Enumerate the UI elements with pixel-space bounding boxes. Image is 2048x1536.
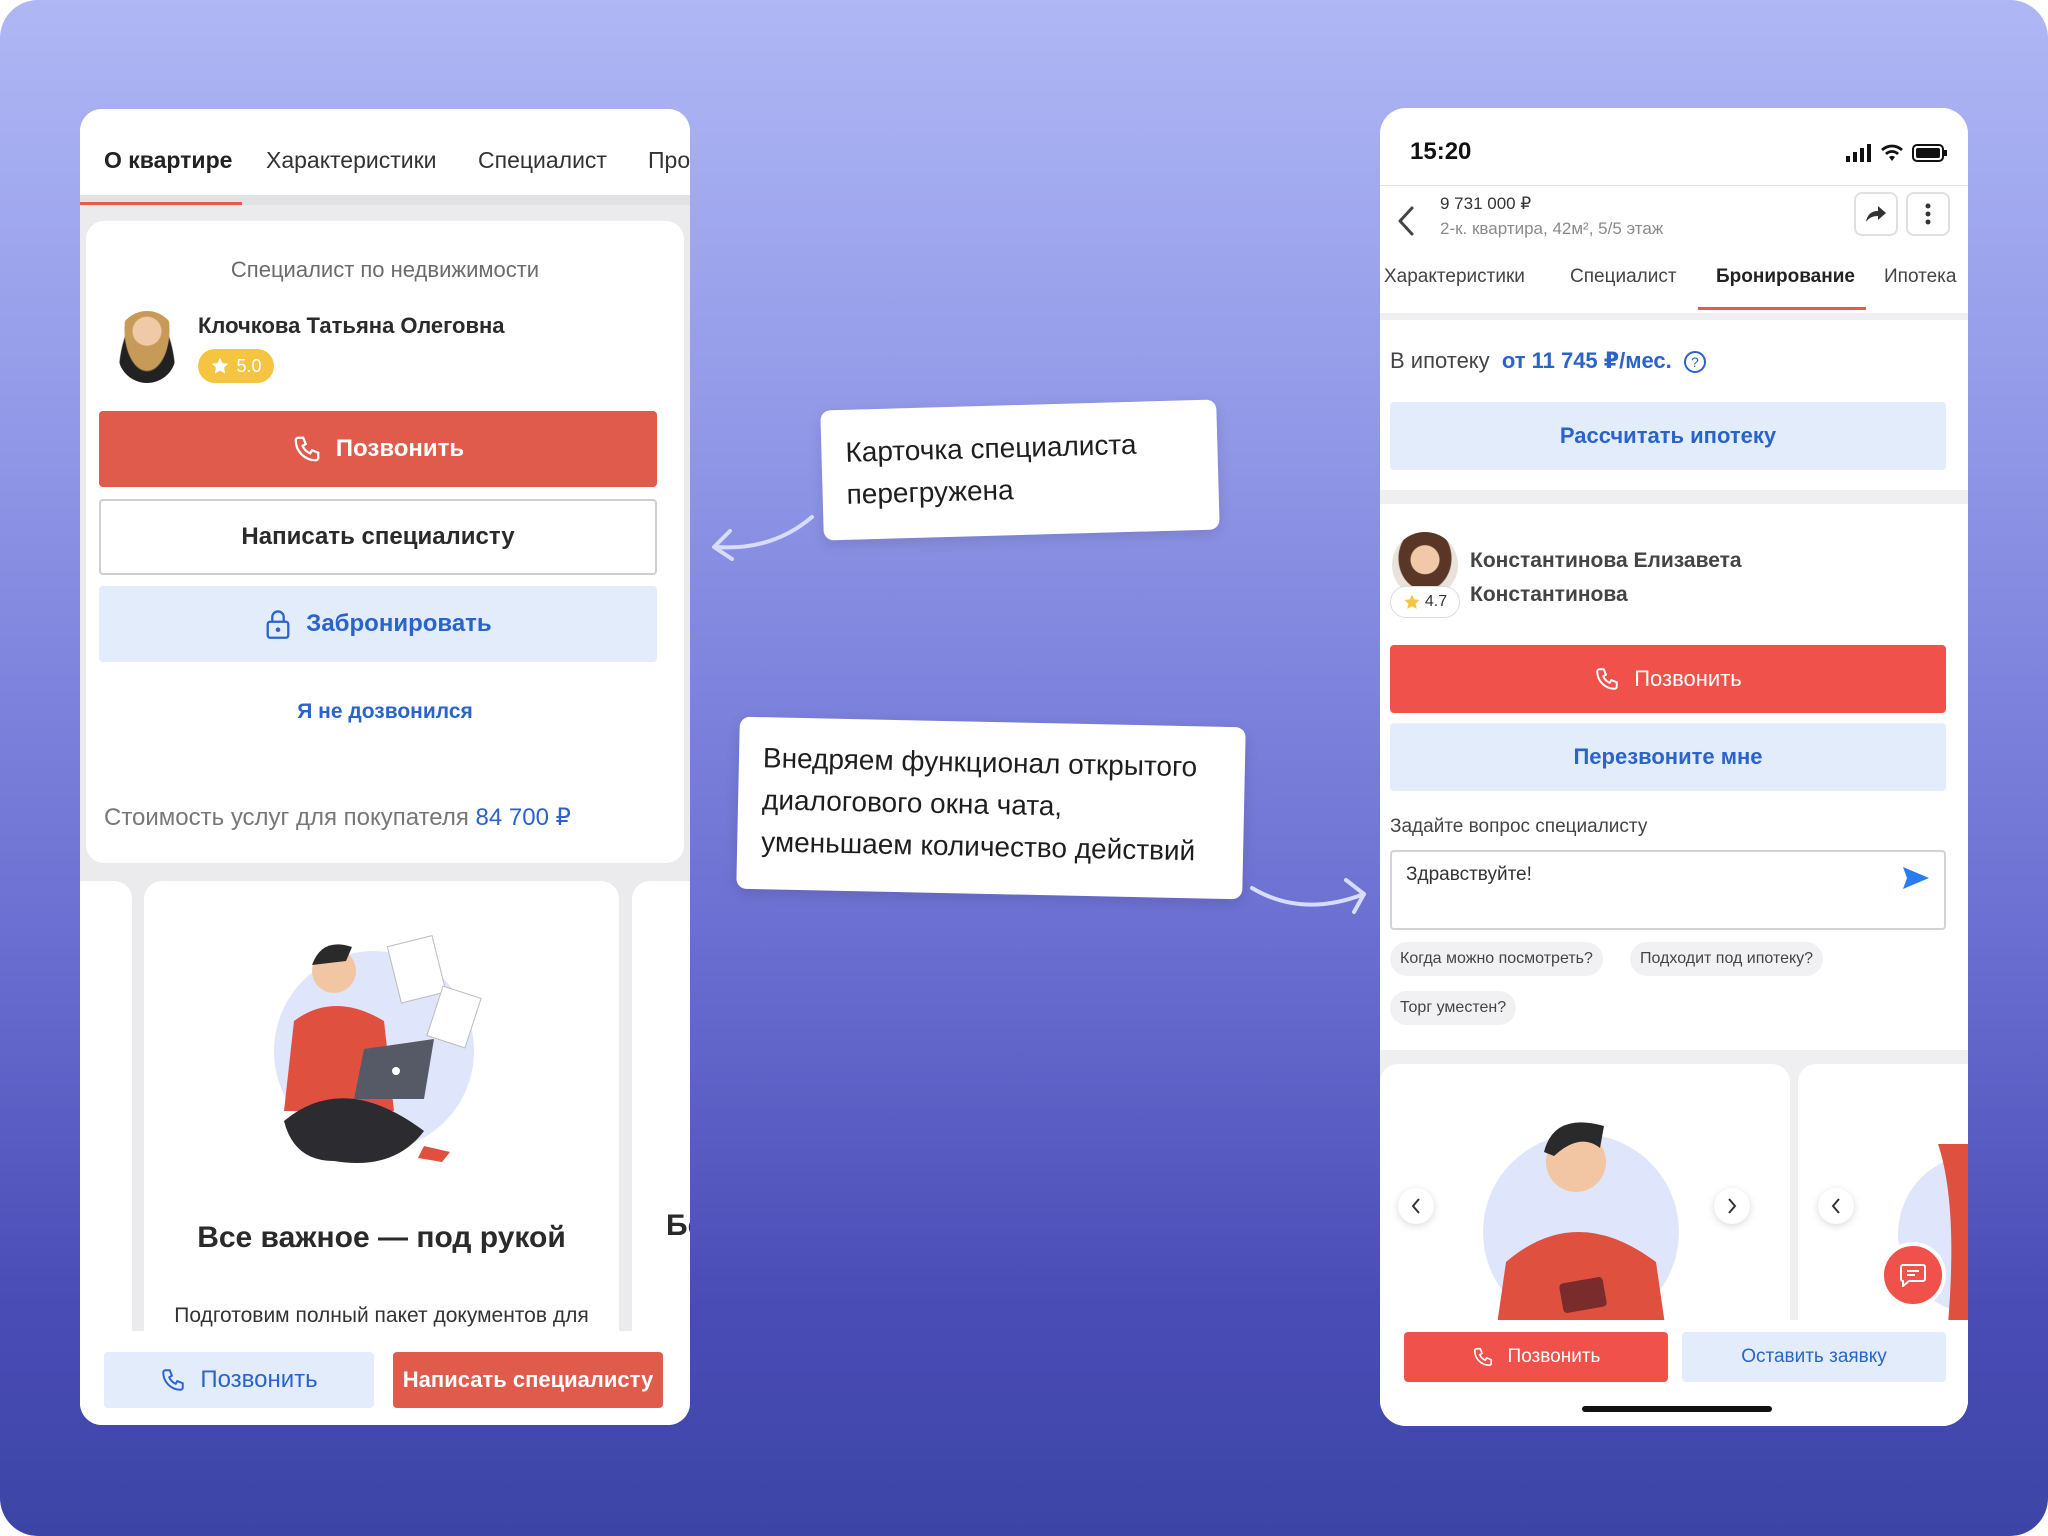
active-tab-indicator xyxy=(80,202,242,205)
slide-next-button[interactable] xyxy=(1714,1188,1750,1224)
back-chevron-icon[interactable] xyxy=(1394,204,1418,238)
divider xyxy=(1380,185,1968,186)
rating-badge: 5.0 xyxy=(198,349,274,383)
call-label: Позвонить xyxy=(1634,666,1742,691)
bottom-call-label: Позвонить xyxy=(1507,1346,1601,1367)
phone-icon xyxy=(294,436,320,462)
book-label: Забронировать xyxy=(306,610,492,637)
price-value: 84 700 ₽ xyxy=(475,804,571,831)
mortgage-info: В ипотеку от 11 745 ₽/мес. ? xyxy=(1390,348,1706,374)
arrow-right-icon xyxy=(1250,878,1366,914)
signal-icon xyxy=(1846,144,1871,162)
write-specialist-button[interactable]: Написать специалисту xyxy=(99,499,657,575)
tab-about-apartment[interactable]: О квартире xyxy=(104,147,232,174)
mortgage-value: от 11 745 ₽/мес. xyxy=(1501,348,1672,373)
book-button[interactable]: Забронировать xyxy=(99,586,657,662)
quick-reply-chip[interactable]: Подходит под ипотеку? xyxy=(1630,942,1824,976)
share-icon xyxy=(1866,206,1886,222)
call-label: Позвонить xyxy=(335,435,465,462)
phone-icon xyxy=(1473,1347,1492,1367)
recall-label: Перезвоните мне xyxy=(1573,744,1763,769)
slide-prev-button[interactable] xyxy=(1818,1188,1854,1224)
active-tab-indicator xyxy=(1698,307,1866,310)
tab-mortgage[interactable]: Ипотека xyxy=(1884,266,1956,288)
more-button[interactable] xyxy=(1906,192,1950,236)
price-card: Стоимость услуг для покупателя 84 700 ₽ xyxy=(86,775,684,861)
chevron-left-icon xyxy=(1831,1198,1840,1214)
quick-reply-chip[interactable]: Когда можно посмотреть? xyxy=(1390,942,1603,976)
header: 15:20 9 731 000 ₽ 2-к. квартира, 42м², 5… xyxy=(1380,108,1968,313)
left-phone-screen: О квартире Характеристики Специалист Про… xyxy=(80,109,690,1425)
right-phone-screen: 15:20 9 731 000 ₽ 2-к. квартира, 42м², 5… xyxy=(1380,108,1968,1426)
avatar xyxy=(118,311,176,383)
specialist-name: Клочкова Татьяна Олеговна xyxy=(198,313,505,338)
bottom-call-button[interactable]: Позвонить xyxy=(1404,1332,1668,1382)
help-icon[interactable]: ? xyxy=(1683,351,1706,374)
tab-more[interactable]: Про xyxy=(648,147,690,174)
card-title: Специалист по недвижимости xyxy=(230,257,540,282)
no-call-link[interactable]: Я не дозвонился xyxy=(80,700,690,724)
quick-reply-chip[interactable]: Торг уместен? xyxy=(1390,991,1517,1025)
man-with-laptop-illustration xyxy=(274,934,482,1163)
arrow-left-icon xyxy=(712,515,814,561)
bottom-write-label: Написать специалисту xyxy=(402,1367,654,1392)
note-overloaded-card: Карточка специалиста перегружена xyxy=(820,399,1220,541)
chevron-left-icon xyxy=(1411,1198,1420,1214)
tab-characteristics[interactable]: Характеристики xyxy=(1384,266,1525,288)
buyer-price: Стоимость услуг для покупателя 84 700 ₽ xyxy=(104,803,571,832)
tab-booking[interactable]: Бронирование xyxy=(1716,266,1855,288)
slide-prev-button[interactable] xyxy=(1398,1188,1434,1224)
price-label: Стоимость услуг для покупателя xyxy=(104,804,469,831)
phone-icon xyxy=(1596,668,1618,690)
leave-request-button[interactable]: Оставить заявку xyxy=(1682,1332,1946,1382)
status-icons xyxy=(1846,144,1948,162)
left-tab-bar: О квартире Характеристики Специалист Про xyxy=(80,109,690,205)
man-with-phone-illustration xyxy=(1483,1122,1679,1332)
mortgage-label: В ипотеку xyxy=(1390,348,1490,373)
presentation-canvas: О квартире Характеристики Специалист Про… xyxy=(0,0,2048,1536)
home-indicator xyxy=(1582,1406,1772,1412)
share-button[interactable] xyxy=(1854,192,1898,236)
note-chat-feature: Внедряем функционал открытого диалоговог… xyxy=(736,716,1246,900)
call-button[interactable]: Позвонить xyxy=(1390,645,1946,713)
write-label: Написать специалисту xyxy=(241,523,515,550)
star-icon xyxy=(212,357,229,374)
wifi-icon xyxy=(1881,144,1903,161)
bottom-write-button[interactable]: Написать специалисту xyxy=(393,1352,663,1408)
phone-icon xyxy=(162,1369,185,1391)
recall-button[interactable]: Перезвоните мне xyxy=(1390,723,1946,791)
battery-icon xyxy=(1912,144,1947,162)
tab-specialist[interactable]: Специалист xyxy=(1570,266,1677,288)
rating-badge: 4.7 xyxy=(1390,586,1460,618)
slide-title: Все важное — под рукой xyxy=(197,1221,566,1254)
listing-subtitle: 2-к. квартира, 42м², 5/5 этаж xyxy=(1440,219,1664,238)
ask-label: Задайте вопрос специалисту xyxy=(1390,816,1648,837)
send-icon[interactable] xyxy=(1902,866,1930,890)
lock-icon xyxy=(266,610,290,639)
calc-mortgage-button[interactable]: Рассчитать ипотеку xyxy=(1390,402,1946,470)
calc-label: Рассчитать ипотеку xyxy=(1559,423,1777,448)
rating-value: 5.0 xyxy=(236,355,262,376)
tab-characteristics[interactable]: Характеристики xyxy=(266,147,437,174)
tab-specialist[interactable]: Специалист xyxy=(478,147,607,174)
message-input-value: Здравствуйте! xyxy=(1406,864,1532,885)
chevron-right-icon xyxy=(1728,1198,1737,1214)
rating-value: 4.7 xyxy=(1424,593,1448,610)
star-icon xyxy=(1404,594,1420,609)
call-button[interactable]: Позвонить xyxy=(99,411,657,487)
more-vertical-icon xyxy=(1925,203,1931,225)
listing-price: 9 731 000 ₽ xyxy=(1440,194,1532,213)
slide-next-text: Бе xyxy=(666,1209,690,1242)
bottom-call-label: Позвонить xyxy=(200,1366,318,1393)
status-time: 15:20 xyxy=(1410,138,1472,165)
specialist-name: Константинова Елизавета Константинова xyxy=(1470,549,1742,606)
message-input[interactable]: Здравствуйте! xyxy=(1390,850,1946,930)
bottom-call-button[interactable]: Позвонить xyxy=(104,1352,374,1408)
leave-request-label: Оставить заявку xyxy=(1741,1346,1887,1367)
chat-icon xyxy=(1900,1264,1926,1287)
chat-fab-button[interactable] xyxy=(1880,1242,1946,1308)
